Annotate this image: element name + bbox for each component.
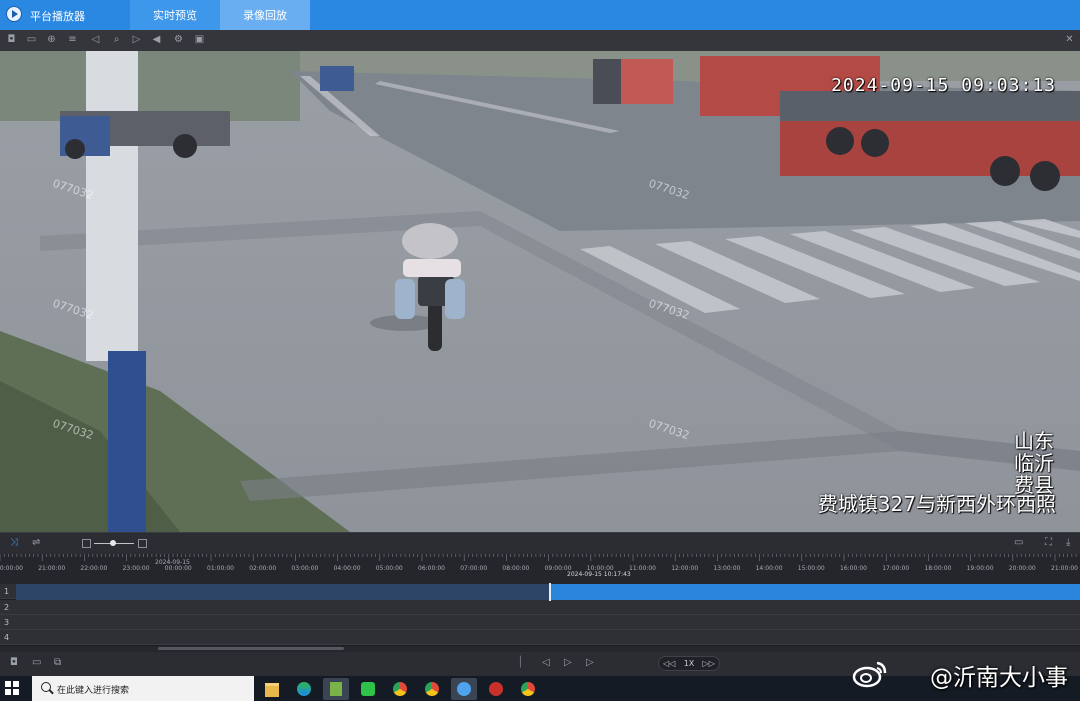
timeline-tick-label: 20:00:00 bbox=[1008, 565, 1036, 572]
timeline-scrollbar-thumb[interactable] bbox=[158, 647, 344, 650]
zoom-out-icon[interactable] bbox=[82, 539, 91, 548]
search-placeholder: 在此键入进行搜索 bbox=[57, 686, 130, 696]
timeline-tick-label: 06:00:00 bbox=[418, 565, 445, 572]
window-icon[interactable]: ▣ bbox=[194, 34, 205, 45]
zoom-slider-handle[interactable] bbox=[110, 540, 116, 546]
slow-down-icon[interactable]: ◁◁ bbox=[663, 659, 675, 668]
video-toolbar bbox=[0, 30, 1080, 51]
timeline-tick-label: 05:00:00 bbox=[375, 565, 403, 572]
media-app-icon[interactable] bbox=[355, 678, 381, 700]
video-frame[interactable]: 077032 077032 077032 077032 077032 07703… bbox=[0, 51, 1080, 532]
timeline-tick-label: 22:00:00 bbox=[80, 565, 108, 572]
search-icon[interactable]: ⌕ bbox=[111, 34, 122, 45]
speed-control[interactable]: ◁◁ 1X ▷▷ bbox=[658, 656, 720, 671]
playhead-time-label: 2024-09-15 10:17:43 bbox=[567, 571, 631, 578]
video-timestamp: 2024-09-15 09:03:13 bbox=[831, 75, 1056, 96]
track-number: 3 bbox=[4, 618, 10, 627]
edge-browser-icon[interactable] bbox=[291, 678, 317, 700]
timeline-tick-label: 13:00:00 bbox=[713, 565, 741, 572]
close-video-icon[interactable]: ✕ bbox=[1064, 34, 1075, 45]
windows-start-icon[interactable] bbox=[4, 680, 20, 696]
search-icon bbox=[41, 682, 51, 692]
tab-live-preview[interactable]: 实时预览 bbox=[130, 0, 220, 30]
timeline-tick-label: 03:00:00 bbox=[291, 565, 319, 572]
timeline-tick-label: 04:00:00 bbox=[333, 565, 361, 572]
display-mode-icon[interactable]: ▭ bbox=[1014, 537, 1023, 548]
fullscreen-icon[interactable]: ⛶ bbox=[1045, 537, 1052, 548]
timeline-tick-label: 00:00:00 bbox=[164, 565, 192, 572]
timeline-tick-label: 12:00:00 bbox=[671, 565, 699, 572]
snapshot-icon[interactable]: ◘ bbox=[6, 34, 17, 45]
track-row[interactable] bbox=[0, 630, 1080, 645]
playhead[interactable] bbox=[549, 583, 551, 601]
chrome-icon[interactable] bbox=[419, 678, 445, 700]
track-row[interactable] bbox=[0, 615, 1080, 630]
timeline-control-bar bbox=[0, 532, 1080, 555]
chrome-icon[interactable] bbox=[515, 678, 541, 700]
track-number: 1 bbox=[4, 587, 10, 596]
settings-icon[interactable]: ⚙ bbox=[173, 34, 184, 45]
stop-icon[interactable]: ▏ bbox=[520, 657, 528, 668]
date-marker: 2024-09-15 bbox=[155, 559, 190, 566]
track-number: 2 bbox=[4, 603, 10, 612]
timeline-tick-label: 20:00:00 bbox=[0, 565, 23, 572]
volume-icon[interactable]: ◀ bbox=[151, 34, 162, 45]
timeline-tick-label: 18:00:00 bbox=[924, 565, 952, 572]
timeline-tick-label: 23:00:00 bbox=[122, 565, 150, 572]
weibo-logo-icon bbox=[852, 661, 887, 688]
osd-location: 费城镇327与新西外环西照 bbox=[817, 492, 1056, 516]
record-clip-icon[interactable]: ▭ bbox=[26, 34, 37, 45]
track-row[interactable] bbox=[0, 600, 1080, 615]
play-icon[interactable]: ▷ bbox=[131, 34, 142, 45]
tab-playback[interactable]: 录像回放 bbox=[220, 0, 310, 30]
clip-icon[interactable]: ▭ bbox=[32, 657, 41, 668]
camera-scene bbox=[0, 51, 1080, 532]
chrome-icon[interactable] bbox=[387, 678, 413, 700]
recording-segment[interactable] bbox=[16, 584, 550, 600]
multi-window-icon[interactable]: ⧉ bbox=[54, 657, 61, 668]
download-icon[interactable]: ⤓ bbox=[1066, 537, 1070, 548]
sync-icon[interactable]: ⤨ bbox=[10, 537, 18, 548]
timeline-tick-label: 19:00:00 bbox=[966, 565, 994, 572]
timeline-tick-label: 16:00:00 bbox=[840, 565, 867, 572]
zoom-in-icon[interactable] bbox=[138, 539, 147, 548]
timeline-tick-label: 17:00:00 bbox=[882, 565, 910, 572]
timeline-tick-label: 01:00:00 bbox=[207, 565, 234, 572]
filter-icon[interactable]: ⇌ bbox=[32, 537, 40, 548]
app-title: 平台播放器 bbox=[30, 10, 85, 23]
next-icon[interactable]: ▷ bbox=[586, 657, 594, 668]
prev-frame-icon[interactable]: ◁ bbox=[90, 34, 101, 45]
prev-icon[interactable]: ◁ bbox=[542, 657, 550, 668]
zoom-icon[interactable]: ⊕ bbox=[46, 34, 57, 45]
camera-icon[interactable]: ◘ bbox=[10, 657, 18, 668]
file-explorer-icon[interactable] bbox=[259, 678, 285, 700]
timeline-tick-label: 07:00:00 bbox=[460, 565, 488, 572]
timeline-tick-label: 15:00:00 bbox=[797, 565, 825, 572]
playback-control-bar bbox=[0, 652, 1080, 676]
player-app-icon[interactable] bbox=[451, 678, 477, 700]
app-icon[interactable] bbox=[323, 678, 349, 700]
list-icon[interactable]: ≡ bbox=[67, 34, 78, 45]
player-logo-icon bbox=[6, 6, 22, 22]
timeline-tick-label: 14:00:00 bbox=[755, 565, 783, 572]
weibo-handle: @沂南大小事 bbox=[930, 665, 1068, 691]
play-pause-icon[interactable]: ▷ bbox=[564, 657, 572, 668]
speed-up-icon[interactable]: ▷▷ bbox=[703, 659, 715, 668]
recording-segment[interactable] bbox=[551, 584, 1080, 600]
timeline-tick-label: 08:00:00 bbox=[502, 565, 530, 572]
speed-value: 1X bbox=[683, 659, 695, 668]
track-number: 4 bbox=[4, 633, 10, 642]
timeline-tick-label: 11:00:00 bbox=[629, 565, 656, 572]
timeline-tick-label: 02:00:00 bbox=[249, 565, 277, 572]
timeline-tick-label: 21:00:00 bbox=[1051, 565, 1078, 572]
taskbar-search-box[interactable]: 在此键入进行搜索 bbox=[32, 676, 254, 701]
police-app-icon[interactable] bbox=[483, 678, 509, 700]
timeline-tick-label: 21:00:00 bbox=[38, 565, 66, 572]
